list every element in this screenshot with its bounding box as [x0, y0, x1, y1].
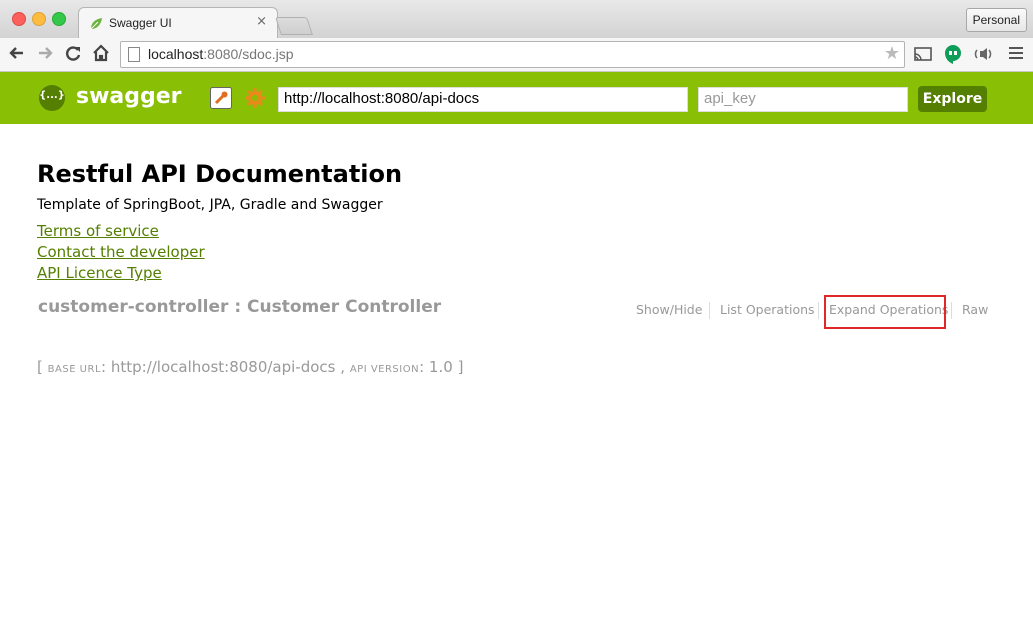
gear-icon[interactable] [244, 87, 266, 109]
contact-developer-link[interactable]: Contact the developer [37, 243, 205, 261]
url-host: localhost [148, 46, 204, 62]
home-icon[interactable] [90, 42, 112, 64]
tab-title: Swagger UI [109, 16, 172, 30]
highlight-box [824, 295, 946, 329]
show-hide-link[interactable]: Show/Hide [636, 302, 702, 317]
new-tab-button[interactable] [275, 17, 313, 35]
base-url-footer: [ base url: http://localhost:8080/api-do… [37, 358, 464, 376]
close-window-button[interactable] [12, 12, 26, 26]
api-key-input[interactable]: api_key [698, 87, 908, 112]
minimize-window-button[interactable] [32, 12, 46, 26]
divider [951, 302, 952, 319]
back-arrow-icon[interactable] [6, 42, 28, 64]
divider [709, 302, 710, 319]
divider [818, 302, 819, 319]
address-bar[interactable]: localhost:8080/sdoc.jsp ★ [120, 41, 905, 68]
swagger-header: {...} swagger http://localhost:8080/api-… [0, 72, 1033, 124]
api-title: Restful API Documentation [37, 160, 403, 188]
list-operations-link[interactable]: List Operations [720, 302, 815, 317]
swagger-logo-icon: {...} [39, 85, 65, 111]
hangouts-icon[interactable] [942, 43, 964, 65]
swagger-logo-text: swagger [76, 84, 182, 109]
browser-titlebar: Swagger UI × Personal [0, 0, 1033, 39]
open-bracket: [ [37, 358, 43, 376]
base-url-value: http://localhost:8080/api-docs [110, 358, 336, 376]
base-url-label: base url [47, 364, 102, 375]
api-description: Template of SpringBoot, JPA, Gradle and … [37, 197, 383, 213]
raw-link[interactable]: Raw [962, 302, 988, 317]
reload-icon[interactable] [62, 42, 84, 64]
tab-close-icon[interactable]: × [256, 14, 267, 29]
spring-leaf-icon [90, 18, 102, 30]
profile-button[interactable]: Personal [965, 8, 1027, 32]
zoom-window-button[interactable] [52, 12, 66, 26]
url-path: :8080/sdoc.jsp [203, 46, 294, 62]
wrench-icon[interactable] [210, 87, 232, 109]
close-bracket: ] [457, 358, 464, 376]
api-version-label: api version [349, 364, 420, 375]
cast-icon[interactable] [912, 43, 934, 65]
menu-icon[interactable] [1009, 47, 1023, 62]
comma: , [340, 358, 346, 376]
address-url[interactable]: localhost:8080/sdoc.jsp [148, 46, 294, 62]
api-version-value: 1.0 [428, 358, 453, 376]
forward-arrow-icon[interactable] [34, 42, 56, 64]
audio-icon[interactable] [972, 43, 994, 65]
api-url-input[interactable]: http://localhost:8080/api-docs [278, 87, 688, 112]
resource-heading[interactable]: customer-controller : Customer Controlle… [38, 297, 441, 317]
explore-button[interactable]: Explore [918, 86, 987, 112]
terms-of-service-link[interactable]: Terms of service [37, 222, 159, 240]
licence-link[interactable]: API Licence Type [37, 264, 162, 282]
browser-toolbar: localhost:8080/sdoc.jsp ★ [0, 38, 1033, 72]
page-icon [128, 47, 140, 62]
bookmark-star-icon[interactable]: ★ [884, 43, 900, 64]
browser-tab[interactable]: Swagger UI × [78, 7, 278, 39]
